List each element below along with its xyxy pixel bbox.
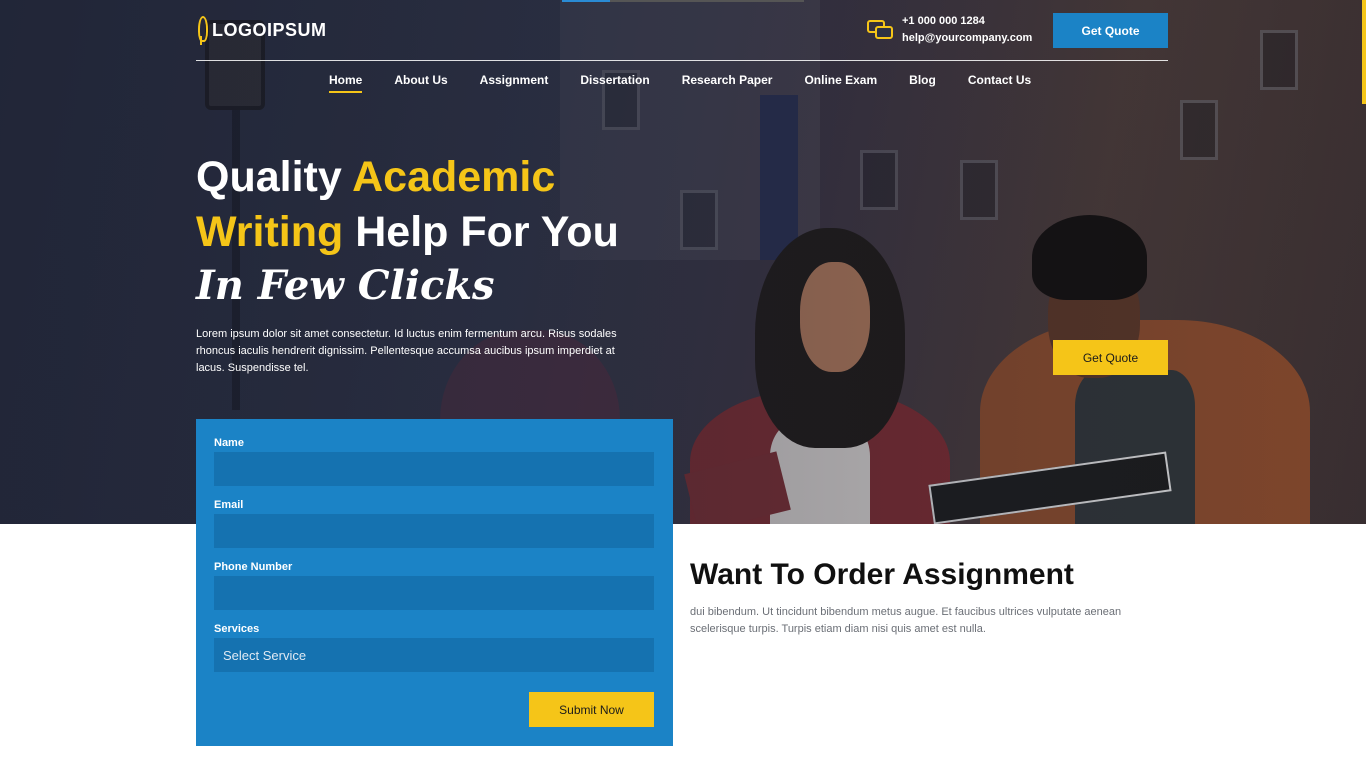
nav-item-research-paper[interactable]: Research Paper bbox=[682, 73, 773, 93]
order-section-description: dui bibendum. Ut tincidunt bibendum metu… bbox=[690, 606, 1122, 635]
nav-item-online-exam[interactable]: Online Exam bbox=[804, 73, 877, 93]
progress-fill bbox=[562, 0, 610, 2]
hero-subtitle: In Few Clicks bbox=[196, 262, 495, 309]
order-form: Name Email Phone Number Services Select … bbox=[196, 419, 673, 746]
nav-item-blog[interactable]: Blog bbox=[909, 73, 936, 93]
phone-field[interactable] bbox=[214, 576, 654, 610]
email-field[interactable] bbox=[214, 514, 654, 548]
services-select[interactable]: Select Service bbox=[214, 638, 654, 672]
chat-bubbles-icon bbox=[867, 20, 893, 40]
order-section-title: Want To Order Assignment bbox=[690, 558, 1074, 591]
nav-item-home[interactable]: Home bbox=[329, 73, 363, 93]
phone-number[interactable]: +1 000 000 1284 bbox=[902, 13, 1032, 30]
contact-info: +1 000 000 1284 help@yourcompany.com bbox=[867, 13, 1032, 47]
services-label: Services bbox=[214, 623, 260, 635]
scroll-indicator[interactable] bbox=[1362, 0, 1366, 104]
get-quote-button-header[interactable]: Get Quote bbox=[1053, 13, 1168, 48]
hero-title-part2: Help For You bbox=[343, 208, 619, 256]
name-label: Name bbox=[214, 437, 244, 449]
get-quote-button-hero[interactable]: Get Quote bbox=[1053, 340, 1168, 375]
nav-item-contact-us[interactable]: Contact Us bbox=[968, 73, 1031, 93]
nav-item-assignment[interactable]: Assignment bbox=[480, 73, 549, 93]
top-progress-bar bbox=[562, 0, 804, 2]
nav-item-dissertation[interactable]: Dissertation bbox=[580, 73, 649, 93]
main-nav: Home About Us Assignment Dissertation Re… bbox=[329, 73, 1063, 93]
hero-title-highlight1: Academic bbox=[352, 153, 556, 201]
hero-title-part1: Quality bbox=[196, 153, 353, 201]
header-divider bbox=[196, 60, 1168, 61]
wheat-leaf-icon bbox=[196, 16, 208, 45]
hero-title-highlight2: Writing bbox=[196, 208, 344, 256]
nav-item-about-us[interactable]: About Us bbox=[394, 73, 447, 93]
email-label: Email bbox=[214, 499, 244, 511]
hero-description: Lorem ipsum dolor sit amet consectetur. … bbox=[196, 328, 617, 374]
logo[interactable]: LOGOIPSUM bbox=[196, 16, 327, 45]
submit-button[interactable]: Submit Now bbox=[529, 692, 654, 727]
logo-text: LOGOIPSUM bbox=[212, 19, 327, 40]
hero-title: Quality Academic Writing Help For You bbox=[196, 150, 716, 260]
name-field[interactable] bbox=[214, 452, 654, 486]
contact-lines: +1 000 000 1284 help@yourcompany.com bbox=[902, 13, 1032, 47]
phone-label: Phone Number bbox=[214, 561, 293, 573]
email-address[interactable]: help@yourcompany.com bbox=[902, 30, 1032, 47]
